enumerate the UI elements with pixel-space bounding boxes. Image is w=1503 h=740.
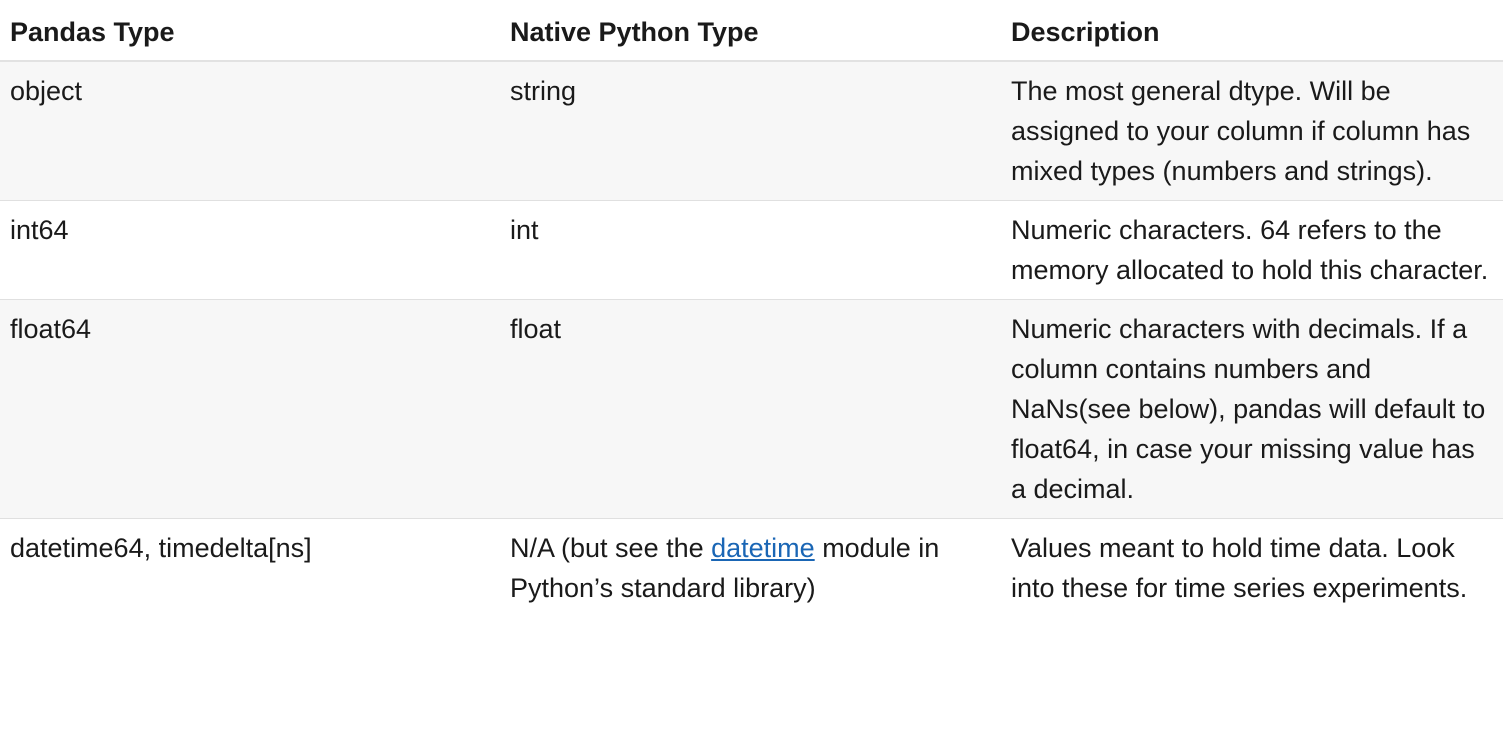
- header-row: Pandas Type Native Python Type Descripti…: [0, 0, 1503, 62]
- cell-python-type: int: [500, 200, 1001, 300]
- dtype-table: Pandas Type Native Python Type Descripti…: [0, 0, 1503, 617]
- header-native-python-type: Native Python Type: [500, 0, 1001, 62]
- datetime-module-link[interactable]: datetime: [711, 533, 815, 563]
- cell-description: Values meant to hold time data. Look int…: [1001, 518, 1503, 617]
- cell-python-type: string: [500, 61, 1001, 201]
- cell-pandas-type: int64: [0, 200, 500, 300]
- cell-pandas-type: datetime64, timedelta[ns]: [0, 518, 500, 617]
- python-type-prefix: N/A (but see the: [510, 533, 712, 563]
- header-description: Description: [1001, 0, 1503, 62]
- table-body: object string The most general dtype. Wi…: [0, 61, 1503, 617]
- cell-description: Numeric characters. 64 refers to the mem…: [1001, 200, 1503, 300]
- table-row: int64 int Numeric characters. 64 refers …: [0, 200, 1503, 300]
- table-row: float64 float Numeric characters with de…: [0, 299, 1503, 519]
- cell-pandas-type: float64: [0, 299, 500, 519]
- cell-pandas-type: object: [0, 61, 500, 201]
- header-pandas-type: Pandas Type: [0, 0, 500, 62]
- table-header: Pandas Type Native Python Type Descripti…: [0, 0, 1503, 62]
- table-row: datetime64, timedelta[ns] N/A (but see t…: [0, 518, 1503, 617]
- table-row: object string The most general dtype. Wi…: [0, 61, 1503, 201]
- cell-python-type: float: [500, 299, 1001, 519]
- cell-description: The most general dtype. Will be assigned…: [1001, 61, 1503, 201]
- cell-python-type: N/A (but see the datetime module in Pyth…: [500, 518, 1001, 617]
- cell-description: Numeric characters with decimals. If a c…: [1001, 299, 1503, 519]
